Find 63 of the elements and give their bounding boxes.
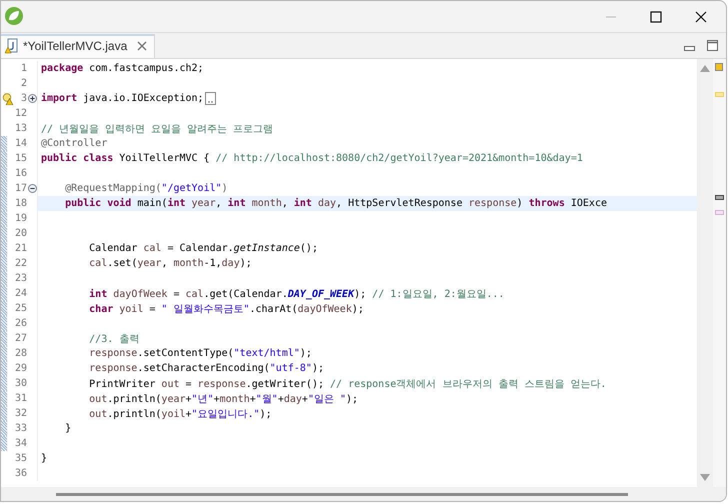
- line-number: 25: [14, 303, 27, 314]
- line-number: 17: [14, 183, 27, 194]
- line-number: 19: [14, 213, 27, 224]
- code-line: response.setContentType("text/html");: [88, 348, 312, 359]
- code-line: // 년월일을 입력하면 요일을 알려주는 프로그램: [41, 122, 274, 136]
- line-number: 24: [14, 288, 27, 299]
- close-icon[interactable]: [137, 41, 148, 51]
- code-line: public void main(int year, int month, int day, HttpServletResponse response) throws IOExce: [64, 198, 607, 209]
- code-line: @Controller: [41, 138, 108, 149]
- code-line: int dayOfWeek = cal.get(Calendar.DAY_OF_WEEK); // 1:일요일, 2:월요일...: [88, 288, 504, 300]
- line-number: 20: [14, 228, 27, 239]
- maximize-button[interactable]: [649, 10, 663, 24]
- collapse-icon[interactable]: [28, 184, 37, 193]
- line-number: 14: [14, 138, 27, 149]
- minimize-view-icon[interactable]: [684, 46, 695, 51]
- maximize-view-icon[interactable]: [707, 40, 718, 51]
- scroll-up-icon[interactable]: [700, 65, 710, 72]
- line-number: 29: [14, 363, 27, 374]
- line-number: 34: [14, 438, 27, 449]
- line-number: 3: [20, 93, 27, 104]
- code-line: package com.fastcampus.ch2;: [41, 63, 204, 74]
- code-line: char yoil = " 일월화수목금토".charAt(dayOfWeek);: [88, 302, 364, 316]
- code-line: cal.set(year, month-1,day);: [88, 258, 252, 269]
- line-number: 33: [14, 423, 27, 434]
- line-number: 31: [14, 393, 27, 404]
- code-line: out.println(yoil+"요일입니다.");: [88, 408, 272, 420]
- line-number: 18: [14, 198, 27, 209]
- editor-tab[interactable]: *YoilTellerMVC.java: [1, 34, 156, 58]
- line-number: 27: [14, 333, 27, 344]
- code-line: response.setCharacterEncoding("utf-8");: [88, 363, 324, 374]
- line-number: 26: [14, 318, 27, 329]
- line-number: 16: [14, 168, 27, 179]
- code-line: public class YoilTellerMVC { // http://localhost:8080/ch2/getYoil?year=2021&month=10&day=1: [41, 153, 583, 164]
- code-line: PrintWriter out = response.getWriter(); // response객체에서 브라우저의 출력 스트림을 얻는다.: [88, 378, 606, 390]
- line-number: 36: [14, 468, 27, 479]
- code-line: out.println(year+"년"+month+"월"+day+"일은 ");: [88, 392, 358, 406]
- app-logo-icon: [4, 6, 24, 26]
- scroll-down-icon[interactable]: [700, 474, 710, 481]
- code-line: }: [41, 453, 48, 464]
- line-number: 12: [14, 108, 27, 119]
- line-number: 2: [20, 78, 27, 89]
- line-number: 35: [14, 453, 27, 464]
- code-line: Calendar cal = Calendar.getInstance();: [88, 243, 318, 254]
- line-number: 23: [14, 273, 27, 284]
- close-button[interactable]: [694, 10, 708, 24]
- line-number: 13: [14, 123, 27, 134]
- code-line: //3. 출력: [88, 332, 140, 346]
- warning-marker[interactable]: [715, 63, 723, 71]
- line-number: 30: [14, 378, 27, 389]
- expand-icon[interactable]: [28, 94, 37, 103]
- occurrence-marker[interactable]: [715, 210, 724, 215]
- line-number: 22: [14, 258, 27, 269]
- code-line: @RequestMapping("/getYoil"): [64, 183, 228, 194]
- line-number: 21: [14, 243, 27, 254]
- scrollbar-thumb[interactable]: [56, 492, 628, 496]
- java-file-icon: [5, 38, 19, 54]
- line-number: 15: [14, 153, 27, 164]
- line-number: 1: [20, 63, 27, 74]
- line-number: 32: [14, 408, 27, 419]
- folded-code-icon[interactable]: [204, 92, 216, 105]
- line-number: 28: [14, 348, 27, 359]
- code-line: }: [64, 423, 72, 434]
- code-line: import java.io.IOException;: [41, 93, 204, 104]
